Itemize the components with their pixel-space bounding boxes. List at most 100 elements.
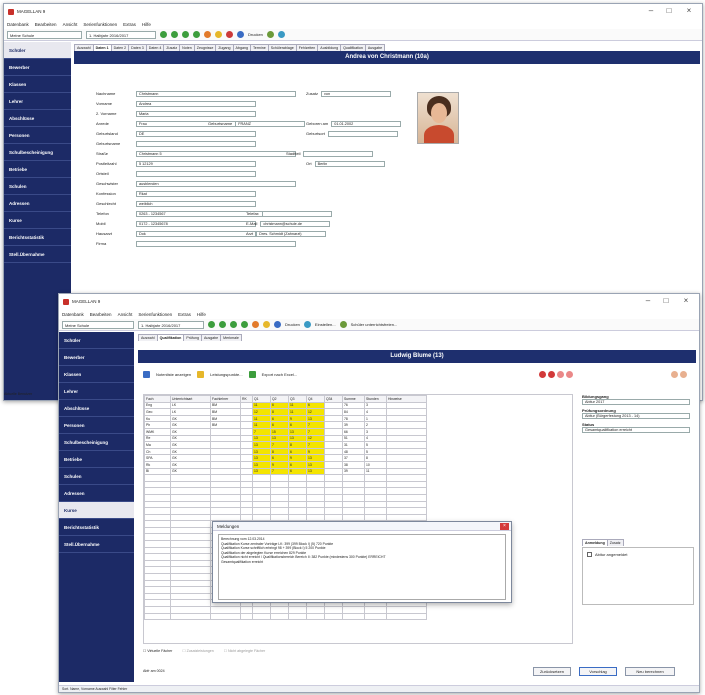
table-cell[interactable]: 9: [288, 414, 307, 423]
tab-item[interactable]: Noten: [179, 44, 195, 51]
field-input[interactable]: Dok: [136, 230, 256, 237]
table-row[interactable]: Eng LK BM 11 6 11 6 76 3: [144, 401, 427, 410]
close-icon[interactable]: ×: [679, 296, 693, 306]
field-input[interactable]: ausblenden: [136, 180, 296, 187]
table-cell[interactable]: 6: [288, 421, 307, 429]
sidebar-item[interactable]: Personen: [59, 417, 134, 434]
table-cell[interactable]: [324, 434, 343, 443]
menu-item[interactable]: Datenbank: [62, 312, 84, 317]
table-cell[interactable]: 7: [306, 421, 325, 429]
table-cell[interactable]: 39: [342, 421, 365, 429]
table-cell[interactable]: SPA: [144, 454, 171, 462]
tab-item[interactable]: Ausgabe: [364, 44, 386, 51]
table-cell[interactable]: 8: [270, 408, 289, 416]
period-select[interactable]: 1. Halbjahr 2016/2017: [138, 320, 204, 329]
table-cell[interactable]: [324, 447, 343, 456]
table-cell[interactable]: Re: [144, 434, 171, 443]
table-cell[interactable]: [240, 401, 253, 410]
tab-item[interactable]: Auswahl: [74, 44, 94, 51]
table-cell[interactable]: [386, 421, 427, 429]
sidebar-item[interactable]: Schulbescheinigung: [59, 434, 134, 451]
table-cell[interactable]: [240, 441, 253, 449]
print-button[interactable]: Drucken: [285, 322, 300, 327]
bildungsgang-select[interactable]: Abitur 2017: [582, 399, 690, 405]
sidebar-item[interactable]: Klassen: [59, 366, 134, 383]
field-input[interactable]: DE: [136, 130, 256, 137]
table-cell[interactable]: [386, 434, 427, 443]
table-cell[interactable]: [324, 441, 343, 449]
table-cell[interactable]: GK: [170, 467, 211, 476]
suggest-button[interactable]: Vorschlag: [579, 667, 617, 676]
table-cell[interactable]: [324, 460, 343, 469]
table-cell[interactable]: [210, 434, 241, 443]
table-cell[interactable]: [240, 467, 253, 476]
recalculate-button[interactable]: Neu berechnen: [625, 667, 675, 676]
points-button[interactable]: Leistungspunkte...: [210, 372, 242, 377]
menu-item[interactable]: Ansicht: [63, 22, 78, 27]
abitur-checkbox[interactable]: [587, 552, 592, 557]
menu-item[interactable]: Datenbank: [7, 22, 29, 27]
table-cell[interactable]: Ku: [144, 414, 171, 423]
sidebar-item[interactable]: Schüler: [4, 42, 71, 59]
table-cell[interactable]: 9: [288, 454, 307, 462]
tab-item[interactable]: Merkmale: [220, 334, 242, 341]
nav-next-icon[interactable]: [182, 31, 189, 38]
table-cell[interactable]: [386, 441, 427, 449]
tab-item[interactable]: Daten 3: [128, 44, 147, 51]
table-cell[interactable]: BM: [210, 401, 241, 410]
table-cell[interactable]: 13: [252, 447, 271, 456]
menu-item[interactable]: Extras: [123, 22, 136, 27]
table-row[interactable]: Rk GK 13 9 6 13 38 10: [144, 460, 427, 469]
sidebar-item[interactable]: Stell.Übernahme: [59, 536, 134, 553]
nav-last-icon[interactable]: [241, 321, 248, 328]
table-cell[interactable]: 7: [270, 467, 289, 476]
edit-icon[interactable]: [263, 321, 270, 328]
table-cell[interactable]: 13: [252, 434, 271, 443]
table-cell[interactable]: [324, 408, 343, 416]
table-cell[interactable]: [240, 434, 253, 443]
sidebar-item[interactable]: Lehrer: [59, 383, 134, 400]
table-cell[interactable]: [210, 460, 241, 469]
table-cell[interactable]: 3: [364, 427, 387, 436]
field-input[interactable]: Christmann 5: [136, 150, 296, 157]
tab-item[interactable]: Daten 4: [145, 44, 165, 51]
sidebar-item[interactable]: Betriebe: [4, 161, 71, 178]
nav-prev-icon[interactable]: [219, 321, 226, 328]
table-cell[interactable]: [386, 401, 427, 410]
field-input[interactable]: Dres. Schmidt (Zahnarzt): [256, 230, 327, 237]
sidebar-item[interactable]: Berichtsstatistik: [4, 229, 71, 246]
field-input[interactable]: [136, 140, 256, 147]
table-row[interactable]: Bi GK 13 7 6 13 39 11: [144, 467, 427, 476]
table-cell[interactable]: [210, 467, 241, 476]
table-cell[interactable]: 7: [252, 427, 271, 436]
table-cell[interactable]: [240, 460, 253, 469]
field-input[interactable]: [303, 150, 374, 157]
tab-anmeldung[interactable]: Anmeldung: [582, 539, 608, 546]
table-cell[interactable]: Rk: [144, 460, 171, 469]
menu-item[interactable]: Serienfunktionen: [138, 312, 172, 317]
table-cell[interactable]: 66: [342, 427, 365, 436]
table-cell[interactable]: 8: [270, 447, 289, 456]
tab-item[interactable]: Prüfung: [183, 334, 202, 341]
sidebar-item[interactable]: Personen: [4, 127, 71, 144]
sidebar-item[interactable]: Klassen: [4, 76, 71, 93]
table-cell[interactable]: [324, 401, 343, 410]
table-cell[interactable]: Ph: [144, 421, 171, 429]
table-cell[interactable]: 13: [252, 467, 271, 476]
maximize-icon[interactable]: □: [659, 296, 673, 306]
table-cell[interactable]: [240, 408, 253, 416]
period-select[interactable]: 1. Halbjahr 2016/2017: [86, 30, 156, 39]
table-cell[interactable]: 6: [270, 414, 289, 423]
table-row[interactable]: Ch GK 13 8 6 9 48 5: [144, 447, 427, 456]
field-input[interactable]: [327, 130, 398, 137]
table-cell[interactable]: 4: [364, 434, 387, 443]
tab-zusatz[interactable]: Zusatz: [606, 539, 624, 546]
maximize-icon[interactable]: □: [662, 6, 676, 16]
field-input[interactable]: [261, 210, 332, 217]
table-cell[interactable]: BM: [210, 421, 241, 429]
field-input[interactable]: [136, 170, 256, 177]
settings-icon[interactable]: [303, 321, 311, 328]
tab-item[interactable]: Ausgabe: [200, 334, 222, 341]
table-cell[interactable]: 13: [288, 427, 307, 436]
table-cell[interactable]: 1: [364, 414, 387, 423]
